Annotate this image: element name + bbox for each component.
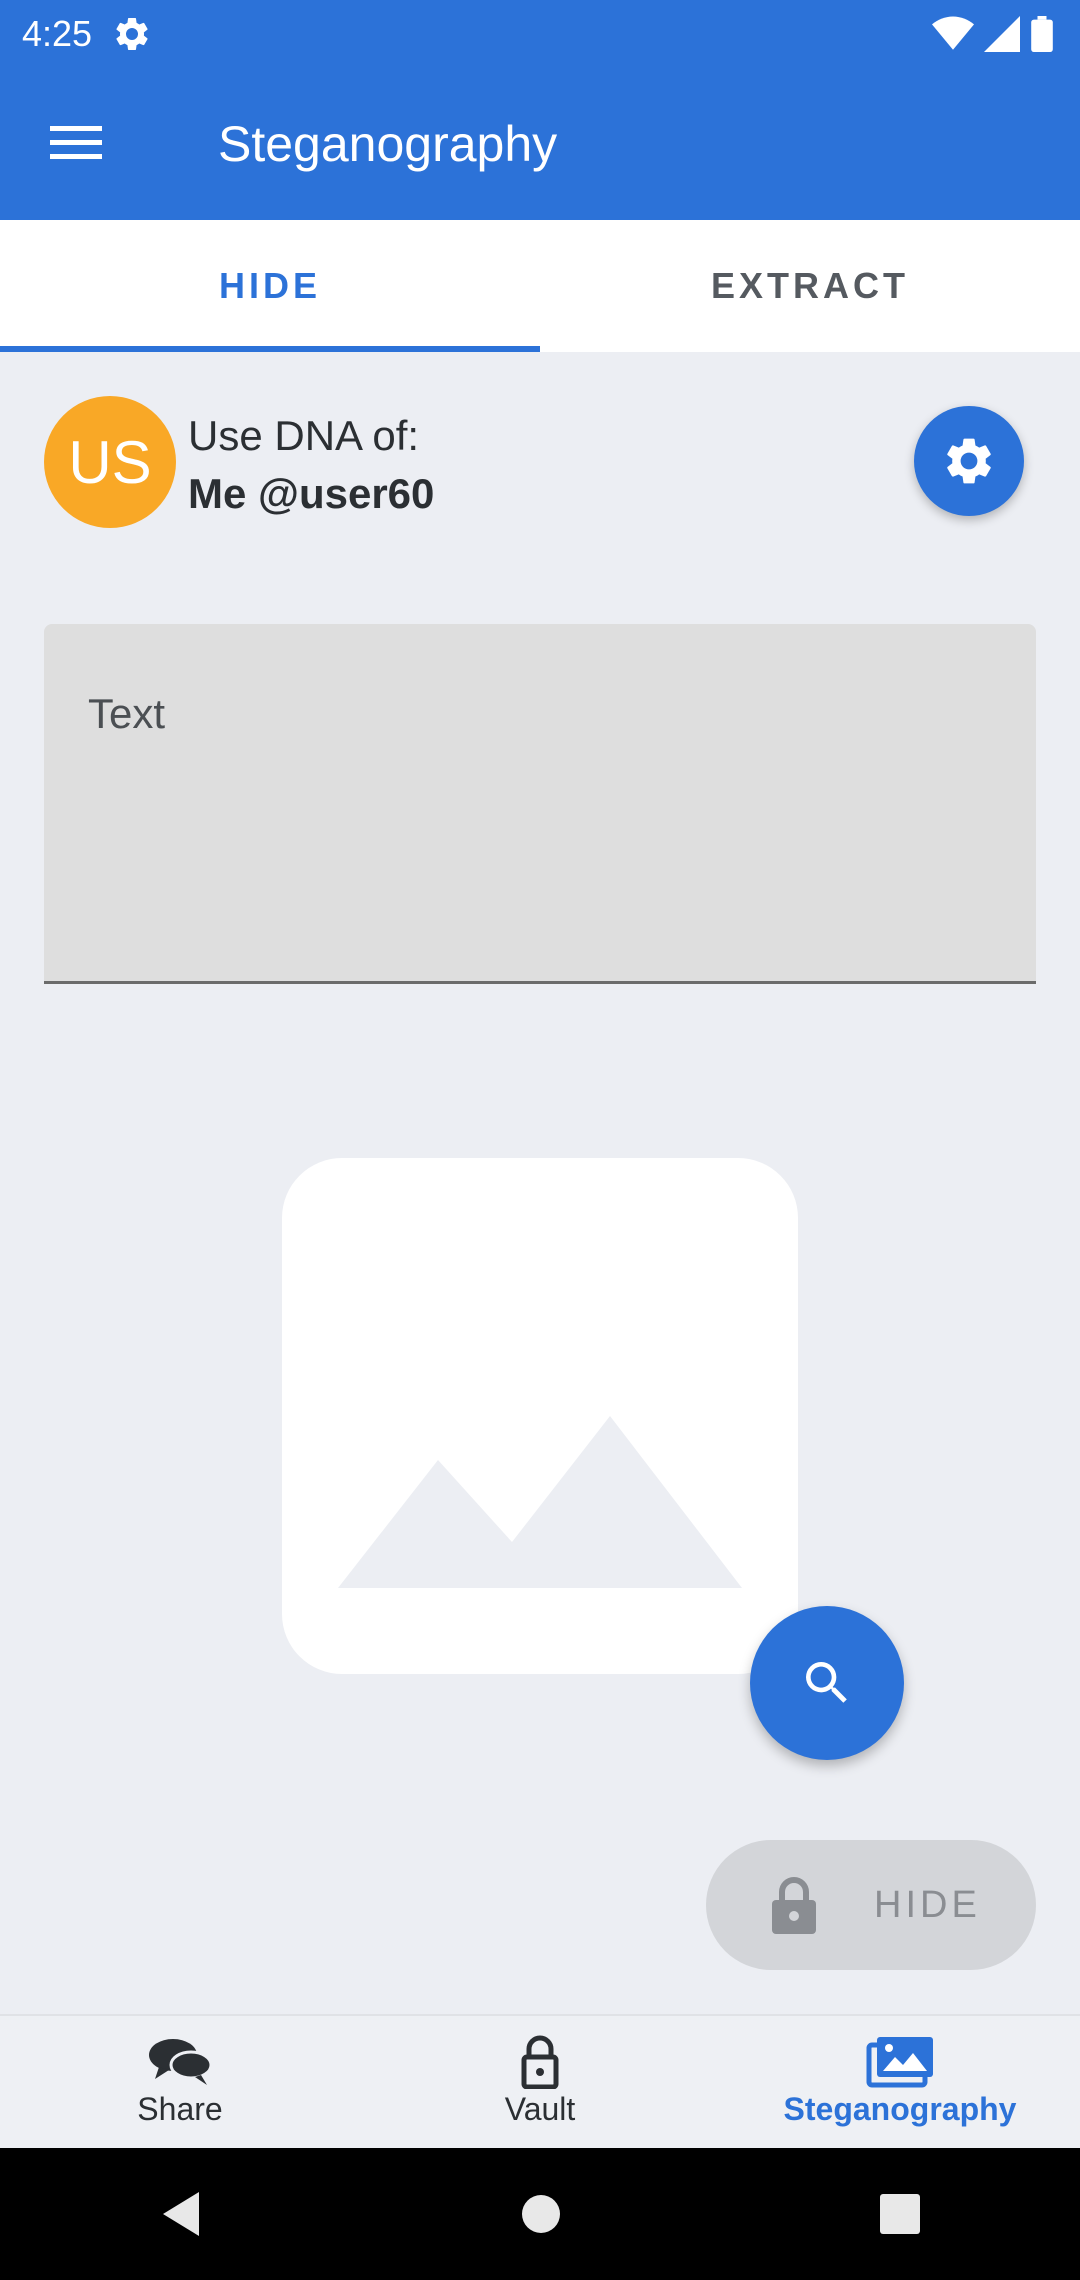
dna-user: Me @user60 <box>188 470 435 517</box>
nav-item-vault[interactable]: Vault <box>360 2016 720 2148</box>
status-indicators <box>932 14 1054 54</box>
image-placeholder-icon <box>338 1416 742 1588</box>
nav-item-steganography[interactable]: Steganography <box>720 2016 1080 2148</box>
wifi-icon <box>932 16 974 50</box>
nav-label-vault: Vault <box>504 2091 576 2127</box>
lock-icon <box>521 2035 559 2089</box>
pick-image-button[interactable] <box>750 1606 904 1760</box>
nav-label-steganography: Steganography <box>783 2091 1017 2127</box>
back-icon[interactable] <box>159 2190 203 2238</box>
signal-icon <box>984 16 1020 52</box>
steganography-screen: 4:25 Steganography HIDE EXTRACT US Use D… <box>0 0 1080 2280</box>
tab-extract[interactable]: EXTRACT <box>540 220 1080 352</box>
search-icon <box>806 1662 847 1703</box>
avatar[interactable]: US <box>44 396 176 528</box>
tab-extract-label: EXTRACT <box>711 265 909 306</box>
text-field-label: Text <box>88 690 166 737</box>
tab-bar: HIDE EXTRACT <box>0 220 1080 352</box>
page-title: Steganography <box>218 116 558 172</box>
bottom-navigation: Share Vault Steganography <box>0 2014 1080 2148</box>
tab-indicator <box>0 346 540 352</box>
nav-label-share: Share <box>137 2091 223 2127</box>
nav-item-share[interactable]: Share <box>0 2016 360 2148</box>
status-time: 4:25 <box>22 13 93 54</box>
lock-icon <box>772 1877 816 1934</box>
chat-bubbles-icon <box>149 2039 213 2085</box>
recents-icon[interactable] <box>879 2193 921 2235</box>
battery-icon <box>1031 16 1053 52</box>
hide-button-label: HIDE <box>874 1883 981 1926</box>
avatar-initials: US <box>68 428 152 496</box>
settings-status-icon <box>116 17 148 50</box>
menu-icon[interactable] <box>40 112 112 172</box>
tab-hide[interactable]: HIDE <box>0 220 540 352</box>
dna-label: Use DNA of: <box>188 412 420 459</box>
app-bar: 4:25 Steganography <box>0 0 1080 220</box>
hide-button[interactable]: HIDE <box>706 1840 1036 1970</box>
images-icon <box>866 2037 933 2088</box>
dna-settings-button[interactable] <box>914 406 1024 516</box>
text-field[interactable]: Text <box>44 624 1036 984</box>
image-placeholder[interactable] <box>282 1158 798 1674</box>
gear-icon <box>947 438 991 484</box>
tab-hide-label: HIDE <box>218 265 321 306</box>
home-icon[interactable] <box>520 2193 562 2235</box>
system-navigation-bar <box>0 2148 1080 2280</box>
